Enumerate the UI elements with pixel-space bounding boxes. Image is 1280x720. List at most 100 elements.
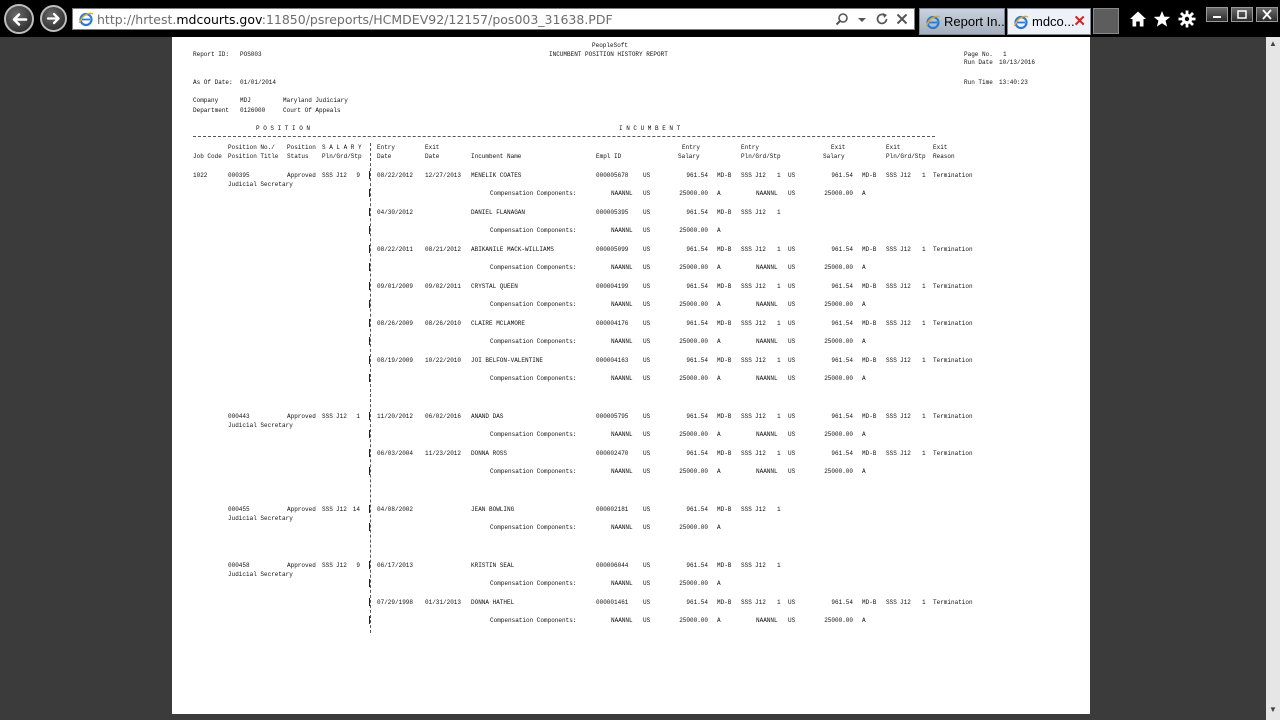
exit-reason: Termination [933,599,973,606]
entry-plan: SSS [741,506,752,513]
empl-id: 000002181 [596,506,629,513]
row-separator-bar [369,449,370,457]
compensation-label: Compensation Components: [490,190,577,197]
exit-grade: J12 [900,599,911,606]
exit-location: MD-B [862,246,877,253]
stop-icon[interactable] [894,12,910,28]
home-icon[interactable] [1129,10,1147,28]
incumbent-name: ANAND DAS [471,413,504,420]
col-entry-date: Entry [377,144,396,151]
col-salary-amt: Salary [678,153,700,160]
exit-location: MD-B [862,413,877,420]
entry-plan: SSS [741,413,752,420]
close-window-button[interactable] [1256,7,1278,22]
entry-step: 1 [777,599,781,606]
comp-flag: A [717,375,721,382]
entry-salary: 961.54 [686,246,708,253]
tab-mdcourts-pdf[interactable]: mdco... ✕ [1007,8,1091,35]
entry-step: 1 [777,172,781,179]
tab-report-info[interactable]: Report In... [919,8,1009,35]
col-pln-grd-stp: Pln/Grd/Stp [886,153,926,160]
comp-amount: 25000.00 [679,375,708,382]
exit-comp-amount: 25000.00 [824,468,853,475]
section-position: P O S I T I O N [256,125,311,132]
entry-step: 1 [777,357,781,364]
refresh-icon[interactable] [874,12,890,28]
exit-comp-code: NAANNL [756,264,778,271]
exit-comp-flag: A [862,431,866,438]
close-tab-icon[interactable]: ✕ [1073,12,1086,30]
col-exit-reason: Exit [933,144,948,151]
comp-currency: US [643,617,651,624]
run-date-label: Run Date [964,59,993,66]
comp-amount: 25000.00 [679,524,708,531]
position-status: Approved [287,562,316,569]
entry-step: 1 [777,320,781,327]
search-icon[interactable] [834,12,850,28]
star-icon[interactable] [1153,10,1171,28]
url-text[interactable]: http://hrtest.mdcourts.gov:11850/psrepor… [97,12,613,27]
tab-label: Report In... [944,14,1009,29]
exit-salary: 961.54 [831,320,853,327]
vertical-scrollbar[interactable] [1266,37,1280,720]
back-button[interactable] [4,4,34,34]
exit-currency: US [788,413,796,420]
address-bar[interactable]: http://hrtest.mdcourts.gov:11850/psrepor… [72,8,915,30]
dropdown-icon[interactable] [854,12,870,28]
restore-button[interactable] [1231,7,1253,22]
empl-id: 000005795 [596,413,629,420]
position-number: 000455 [228,506,250,513]
exit-currency: US [788,283,796,290]
report-title: INCUMBENT POSITION HISTORY REPORT [549,51,668,58]
entry-grade: J12 [755,283,766,290]
scroll-up-arrow-icon[interactable]: ▲ [1266,38,1280,50]
exit-comp-amount: 25000.00 [824,375,853,382]
empl-id: 000001461 [596,599,629,606]
comp-flag: A [717,524,721,531]
comp-code: NAANNL [611,468,633,475]
entry-grade: J12 [755,506,766,513]
report-id-label: Report ID: [193,51,230,58]
entry-plan: SSS [741,209,752,216]
exit-step: 1 [922,246,926,253]
forward-button[interactable] [40,5,67,32]
exit-comp-code: NAANNL [756,375,778,382]
gear-icon[interactable] [1178,10,1196,28]
exit-comp-flag: A [862,301,866,308]
compensation-label: Compensation Components: [490,301,577,308]
col-pln-grd-stp: Pln/Grd/Stp [741,153,781,160]
exit-step: 1 [922,357,926,364]
col-entry-salary: Entry [682,144,701,151]
entry-date: 08/22/2011 [377,246,414,253]
entry-date: 04/08/2002 [377,506,414,513]
incumbent-name: CRYSTAL QUEEN [471,283,518,290]
exit-salary: 961.54 [831,283,853,290]
company-label: Company [193,97,219,104]
row-separator-bar [369,374,370,382]
exit-reason: Termination [933,357,973,364]
entry-plan: SSS [741,357,752,364]
entry-grade: J12 [755,413,766,420]
compensation-label: Compensation Components: [490,264,577,271]
exit-currency: US [788,599,796,606]
exit-step: 1 [922,320,926,327]
exit-currency: US [788,450,796,457]
exit-location: MD-B [862,357,877,364]
position-number: 000458 [228,562,250,569]
company-desc: Maryland Judiciary [283,97,348,104]
exit-comp-code: NAANNL [756,338,778,345]
row-separator-bar [369,616,370,624]
entry-location: MD-B [717,320,732,327]
comp-currency: US [643,468,651,475]
new-tab-button[interactable] [1093,8,1119,34]
scroll-down-arrow-icon[interactable]: ▼ [1266,704,1280,716]
entry-location: MD-B [717,172,732,179]
minimize-button[interactable] [1206,7,1228,22]
entry-grade: J12 [755,209,766,216]
column-separator [370,143,371,633]
col-salary: S A L A R Y [322,144,362,151]
entry-step: 1 [777,209,781,216]
comp-currency: US [643,301,651,308]
exit-reason: Termination [933,172,973,179]
back-icon [12,13,28,26]
